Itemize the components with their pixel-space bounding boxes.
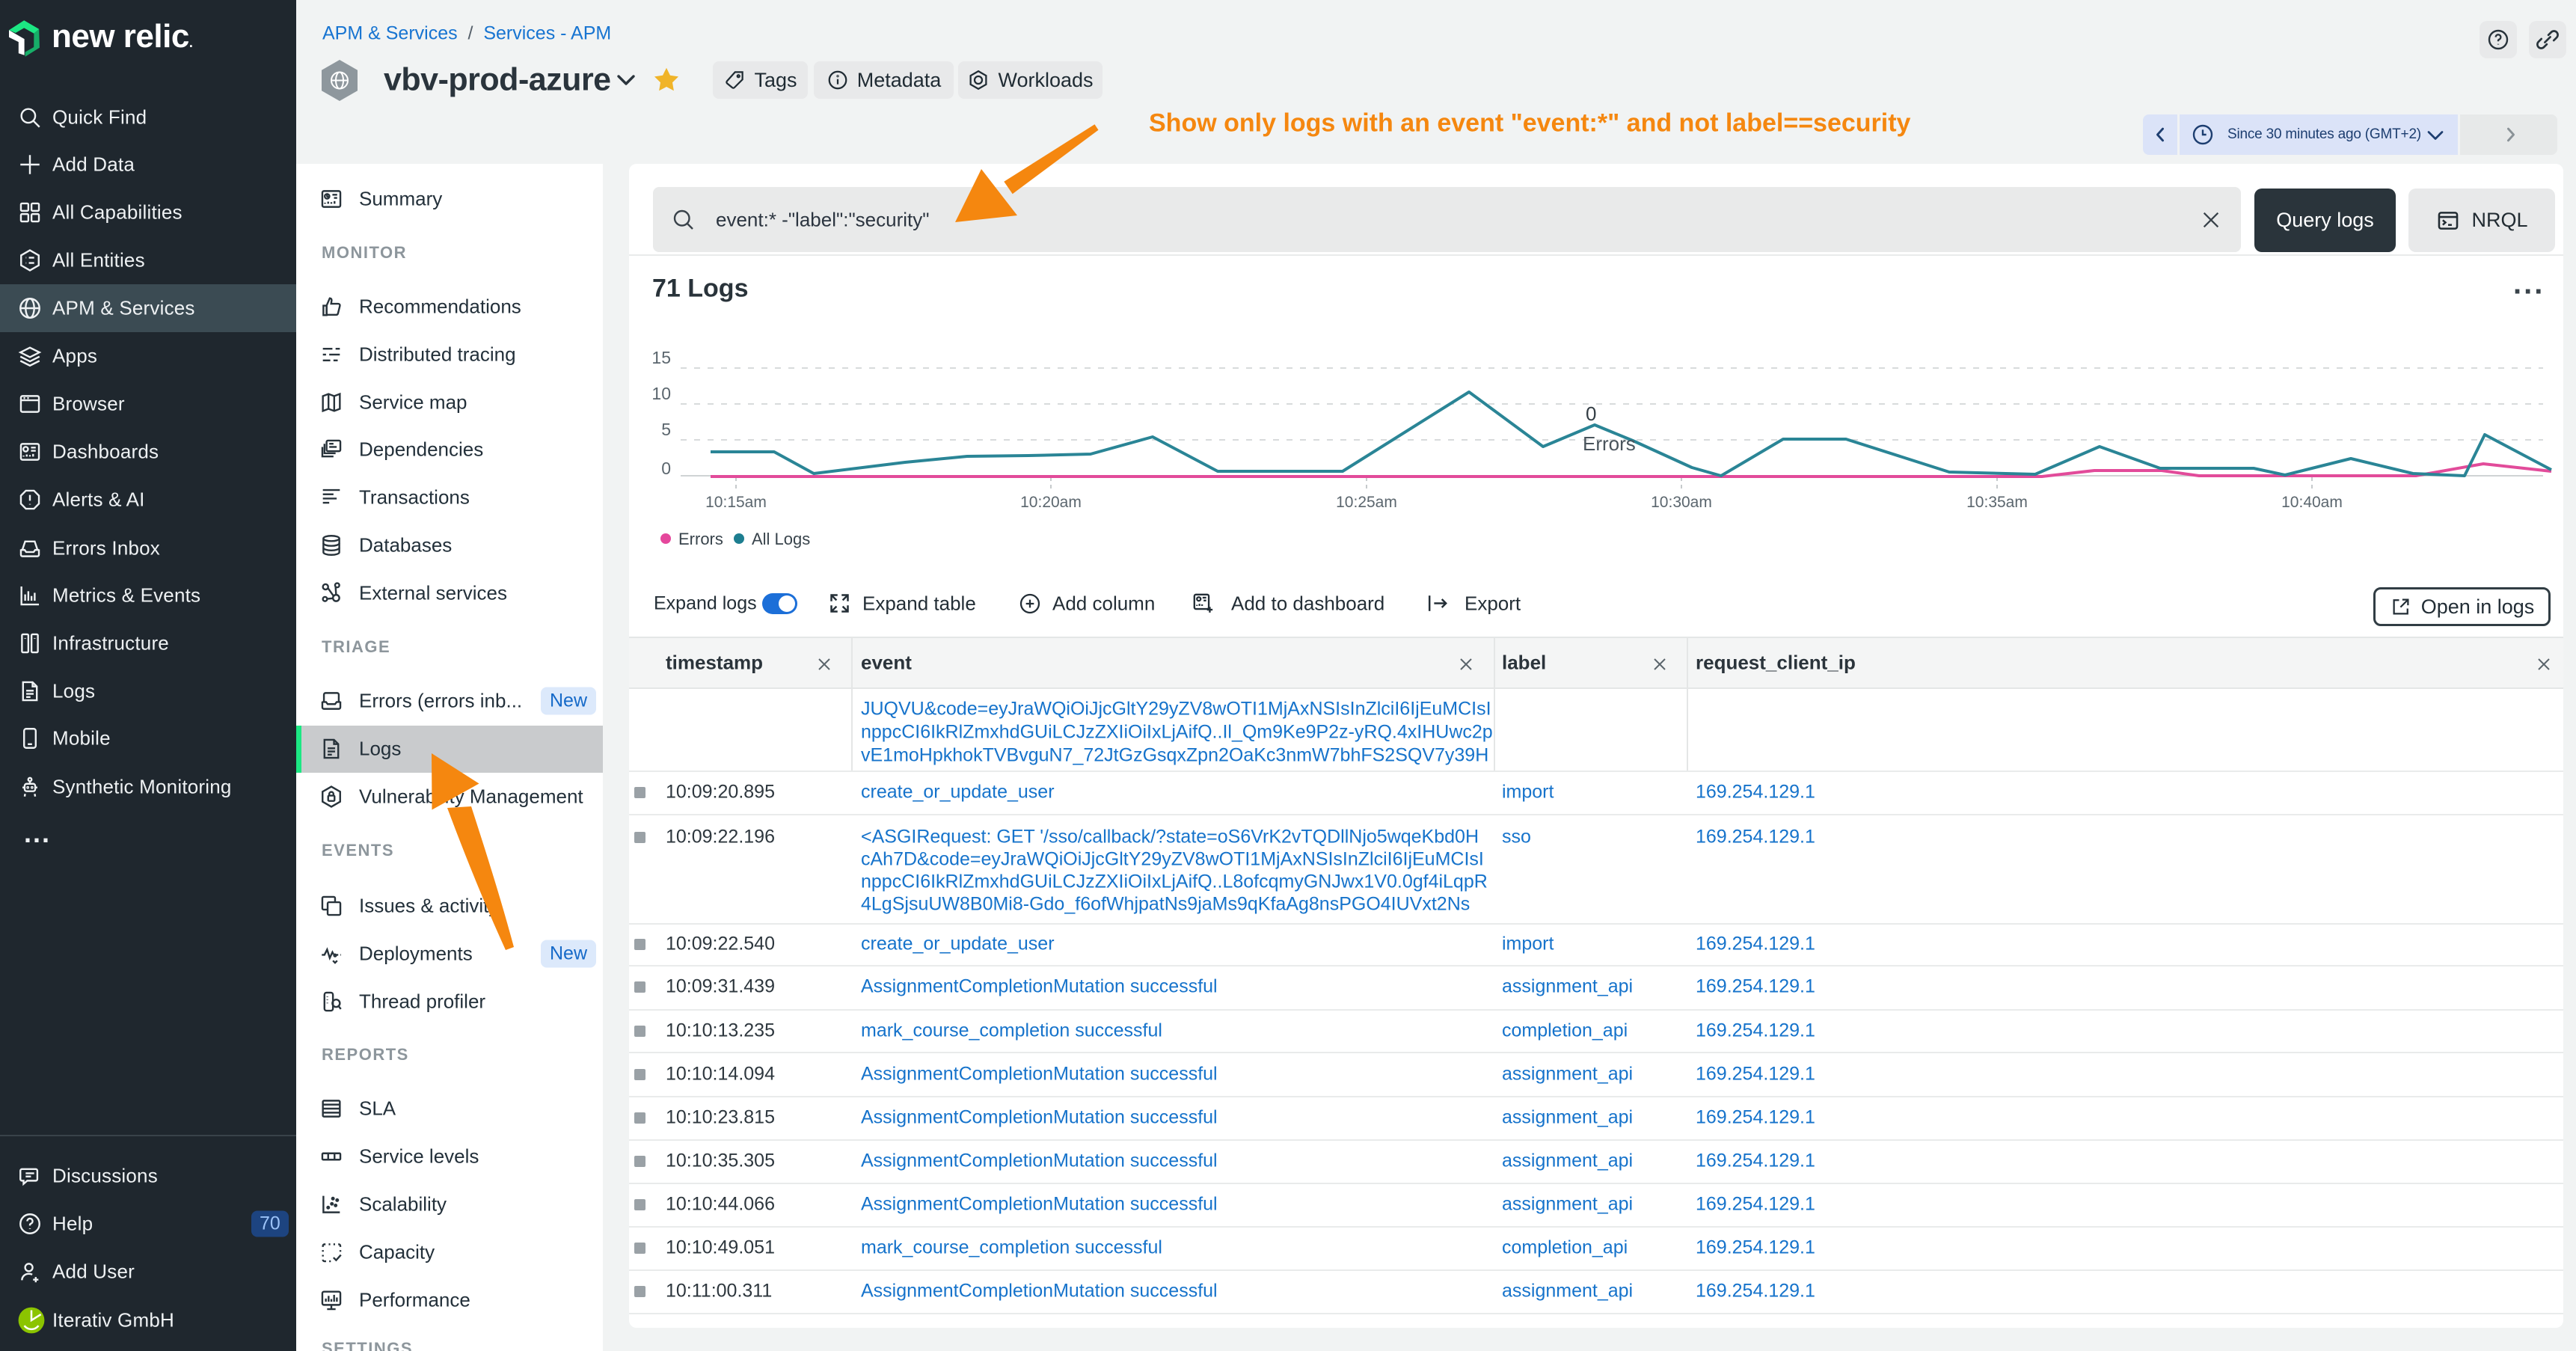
svg-text:All Logs: All Logs	[752, 530, 810, 548]
svg-text:10:40am: 10:40am	[2281, 494, 2343, 511]
svg-text:10:25am: 10:25am	[1336, 494, 1397, 511]
svg-text:5: 5	[661, 420, 671, 439]
svg-text:10:30am: 10:30am	[1651, 494, 1712, 511]
svg-text:10:20am: 10:20am	[1020, 494, 1082, 511]
svg-text:0: 0	[661, 459, 671, 478]
svg-text:10: 10	[651, 384, 671, 403]
svg-text:10:15am: 10:15am	[705, 494, 767, 511]
svg-text:0: 0	[1586, 402, 1596, 425]
svg-text:Errors: Errors	[1583, 432, 1636, 455]
svg-text:10:35am: 10:35am	[1966, 494, 2028, 511]
svg-text:15: 15	[651, 348, 671, 367]
svg-text:Errors: Errors	[678, 530, 723, 548]
